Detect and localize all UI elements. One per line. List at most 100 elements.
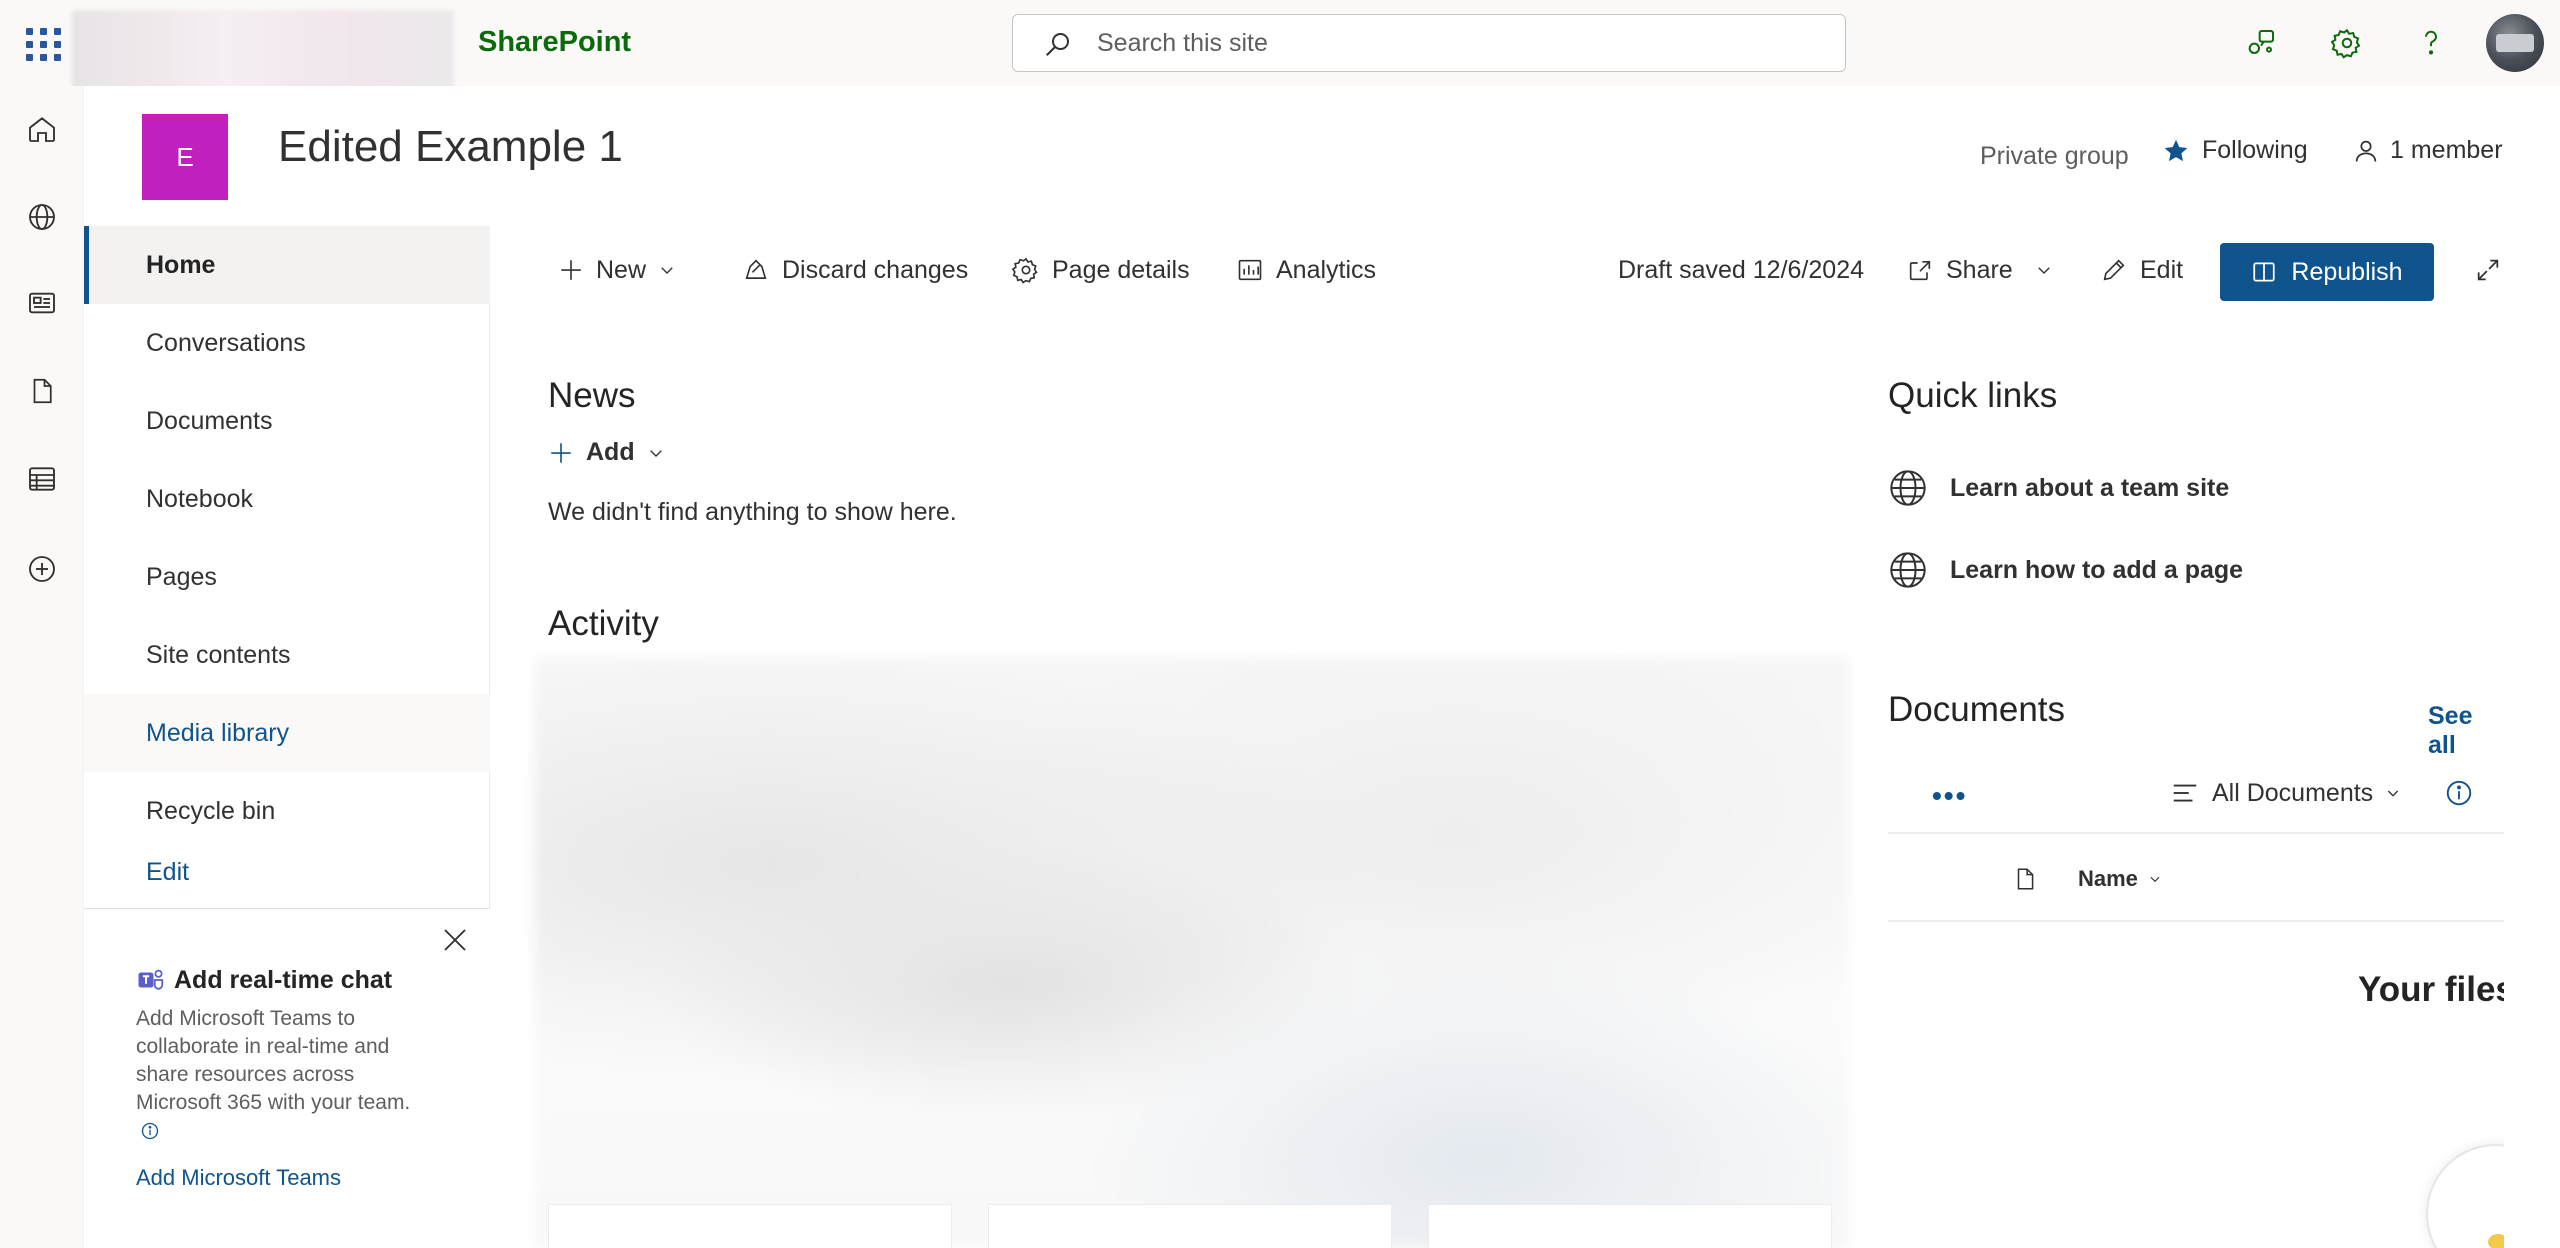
add-microsoft-teams-link[interactable]: Add Microsoft Teams <box>136 1165 341 1191</box>
quick-link-item[interactable]: Learn how to add a page <box>1888 550 2243 590</box>
nav-item-conversations[interactable]: Conversations <box>84 304 490 382</box>
page-details-button[interactable]: Page details <box>1012 226 1190 314</box>
edit-button[interactable]: Edit <box>2100 226 2183 314</box>
app-rail <box>0 86 84 1248</box>
view-selector[interactable]: All Documents <box>2170 778 2401 808</box>
edit-label: Edit <box>2140 255 2184 284</box>
documents-column-header: Name <box>1888 836 2504 922</box>
feedback-icon[interactable] <box>2240 22 2282 64</box>
right-column: Quick links Learn about a team site Lear… <box>1888 314 2504 1248</box>
news-heading: News <box>548 376 636 415</box>
discard-changes-button[interactable]: Discard changes <box>742 226 968 314</box>
nav-item-home[interactable]: Home <box>84 226 490 304</box>
plus-icon <box>561 260 581 280</box>
more-options-icon[interactable]: ••• <box>1932 780 1967 812</box>
republish-label: Republish <box>2291 257 2403 286</box>
gear-icon <box>1012 257 1038 284</box>
see-all-link[interactable]: See all <box>2428 702 2504 760</box>
search-input[interactable] <box>1097 25 1797 61</box>
activity-heading: Activity <box>548 604 659 643</box>
nav-item-recycle-bin[interactable]: Recycle bin <box>84 772 490 850</box>
share-button[interactable]: Share <box>1906 226 2053 314</box>
create-plus-icon[interactable] <box>21 548 63 590</box>
news-add-label: Add <box>586 438 635 466</box>
documents-empty-title: Your files <box>2358 970 2504 1009</box>
quick-link-item[interactable]: Learn about a team site <box>1888 468 2229 508</box>
analytics-button[interactable]: Analytics <box>1236 226 1376 314</box>
new-button[interactable]: New <box>558 226 676 314</box>
privacy-label: Private group <box>1980 142 2129 170</box>
teams-promo-card: Add real-time chat Add Microsoft Teams t… <box>84 909 490 1248</box>
discard-label: Discard changes <box>782 255 969 284</box>
nav-item-media-library[interactable]: Media library <box>84 694 490 772</box>
info-icon[interactable] <box>2444 778 2474 813</box>
nav-item-site-contents[interactable]: Site contents <box>84 616 490 694</box>
app-launcher-icon[interactable] <box>22 22 62 62</box>
share-icon <box>1909 261 1931 281</box>
activity-card[interactable] <box>988 1204 1392 1248</box>
page-canvas: News Add We didn't find anything to show… <box>490 314 1870 1248</box>
globe-icon <box>1890 470 1926 506</box>
share-label: Share <box>1946 255 2013 284</box>
help-icon[interactable] <box>2410 22 2452 64</box>
teams-card-title: Add real-time chat <box>136 965 392 995</box>
chevron-down-icon <box>2150 876 2160 883</box>
site-logo[interactable]: E <box>142 114 228 200</box>
user-avatar[interactable] <box>2486 14 2544 72</box>
activity-card[interactable] <box>1428 1204 1832 1248</box>
news-icon[interactable] <box>21 282 63 324</box>
activity-feed-blurred <box>534 658 1850 1248</box>
teams-card-title-text: Add real-time chat <box>174 965 393 994</box>
lists-icon[interactable] <box>21 458 63 500</box>
home-icon[interactable] <box>21 108 63 150</box>
draft-status: Draft saved 12/6/2024 <box>1618 255 1864 284</box>
quick-link-label: Learn about a team site <box>1950 473 2230 502</box>
chevron-down-icon <box>649 449 662 457</box>
close-icon[interactable] <box>440 925 470 955</box>
quick-links-heading: Quick links <box>1888 376 2058 415</box>
following-button[interactable]: Following <box>2162 136 2308 165</box>
nav-item-pages[interactable]: Pages <box>84 538 490 616</box>
nav-item-notebook[interactable]: Notebook <box>84 460 490 538</box>
discard-icon <box>745 259 767 279</box>
site-header: E Edited Example 1 Private group Followi… <box>84 86 2560 226</box>
star-filled-icon <box>2164 139 2188 161</box>
chevron-down-icon <box>661 267 673 274</box>
book-icon <box>2253 262 2276 282</box>
site-navigation: Home Conversations Documents Notebook Pa… <box>84 226 490 1248</box>
file-type-icon[interactable] <box>2012 864 2038 899</box>
activity-card[interactable] <box>548 1204 952 1248</box>
analytics-icon <box>1238 259 1262 281</box>
org-logo[interactable] <box>72 10 454 98</box>
settings-gear-icon[interactable] <box>2326 22 2368 64</box>
news-empty-message: We didn't find anything to show here. <box>548 498 957 526</box>
news-add-button[interactable]: Add <box>548 438 665 467</box>
members-label: 1 member <box>2390 136 2503 164</box>
search-icon <box>1046 33 1069 56</box>
analytics-label: Analytics <box>1276 255 1377 284</box>
quick-link-label: Learn how to add a page <box>1950 555 2244 584</box>
globe-icon[interactable] <box>21 196 63 238</box>
page-details-label: Page details <box>1052 255 1190 284</box>
person-icon <box>2355 140 2377 162</box>
info-icon[interactable] <box>140 1121 160 1141</box>
nav-edit-link[interactable]: Edit <box>84 844 490 900</box>
members-button[interactable]: 1 member <box>2352 136 2503 165</box>
view-lines-icon <box>2173 784 2197 802</box>
site-title[interactable]: Edited Example 1 <box>278 122 623 172</box>
following-label: Following <box>2202 136 2308 164</box>
file-icon[interactable] <box>21 370 63 412</box>
search-box[interactable] <box>1012 14 1846 72</box>
chevron-down-icon <box>2388 790 2399 797</box>
documents-heading: Documents <box>1888 690 2066 729</box>
expand-icon[interactable] <box>2474 226 2502 314</box>
name-column-header[interactable]: Name <box>2078 866 2162 892</box>
nav-item-documents[interactable]: Documents <box>84 382 490 460</box>
plus-icon <box>551 442 571 463</box>
republish-button[interactable]: Republish <box>2220 243 2434 301</box>
documents-toolbar: ••• All Documents <box>1888 754 2504 834</box>
teams-card-description: Add Microsoft Teams to collaborate in re… <box>136 1005 436 1145</box>
pencil-icon <box>2103 259 2125 281</box>
app-name[interactable]: SharePoint <box>478 26 631 59</box>
globe-icon <box>1890 552 1926 588</box>
